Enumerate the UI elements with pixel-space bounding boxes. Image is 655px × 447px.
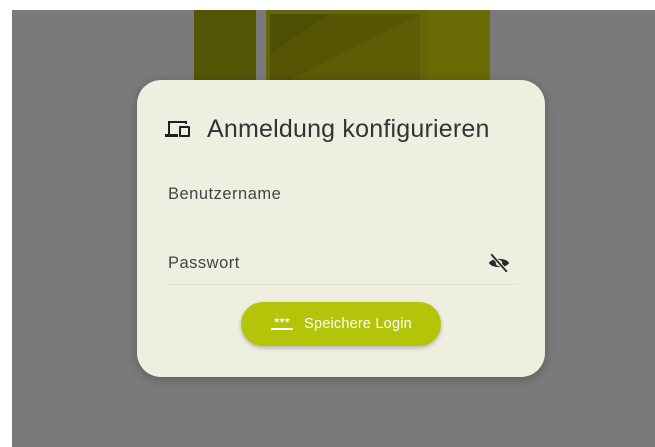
- password-field[interactable]: Passwort: [168, 244, 522, 286]
- eye-off-icon[interactable]: [488, 252, 510, 274]
- password-label: Passwort: [168, 254, 240, 272]
- svg-text:***: ***: [274, 317, 290, 328]
- background-panel-right: [428, 10, 490, 90]
- dialog-header: Anmeldung konfigurieren: [165, 112, 490, 146]
- username-label: Benutzername: [168, 185, 282, 203]
- background-panel-left: [194, 10, 256, 90]
- app-screen: Anmeldung konfigurieren Benutzername Pas…: [12, 10, 655, 447]
- username-field[interactable]: Benutzername: [168, 175, 522, 217]
- background-image: [270, 14, 420, 90]
- save-login-button[interactable]: *** Speichere Login: [241, 302, 441, 346]
- devices-icon: [165, 121, 190, 137]
- save-login-label: Speichere Login: [304, 316, 412, 332]
- dialog-title: Anmeldung konfigurieren: [207, 114, 490, 143]
- password-dots-icon: ***: [271, 317, 294, 330]
- login-config-dialog: Anmeldung konfigurieren Benutzername Pas…: [137, 80, 545, 377]
